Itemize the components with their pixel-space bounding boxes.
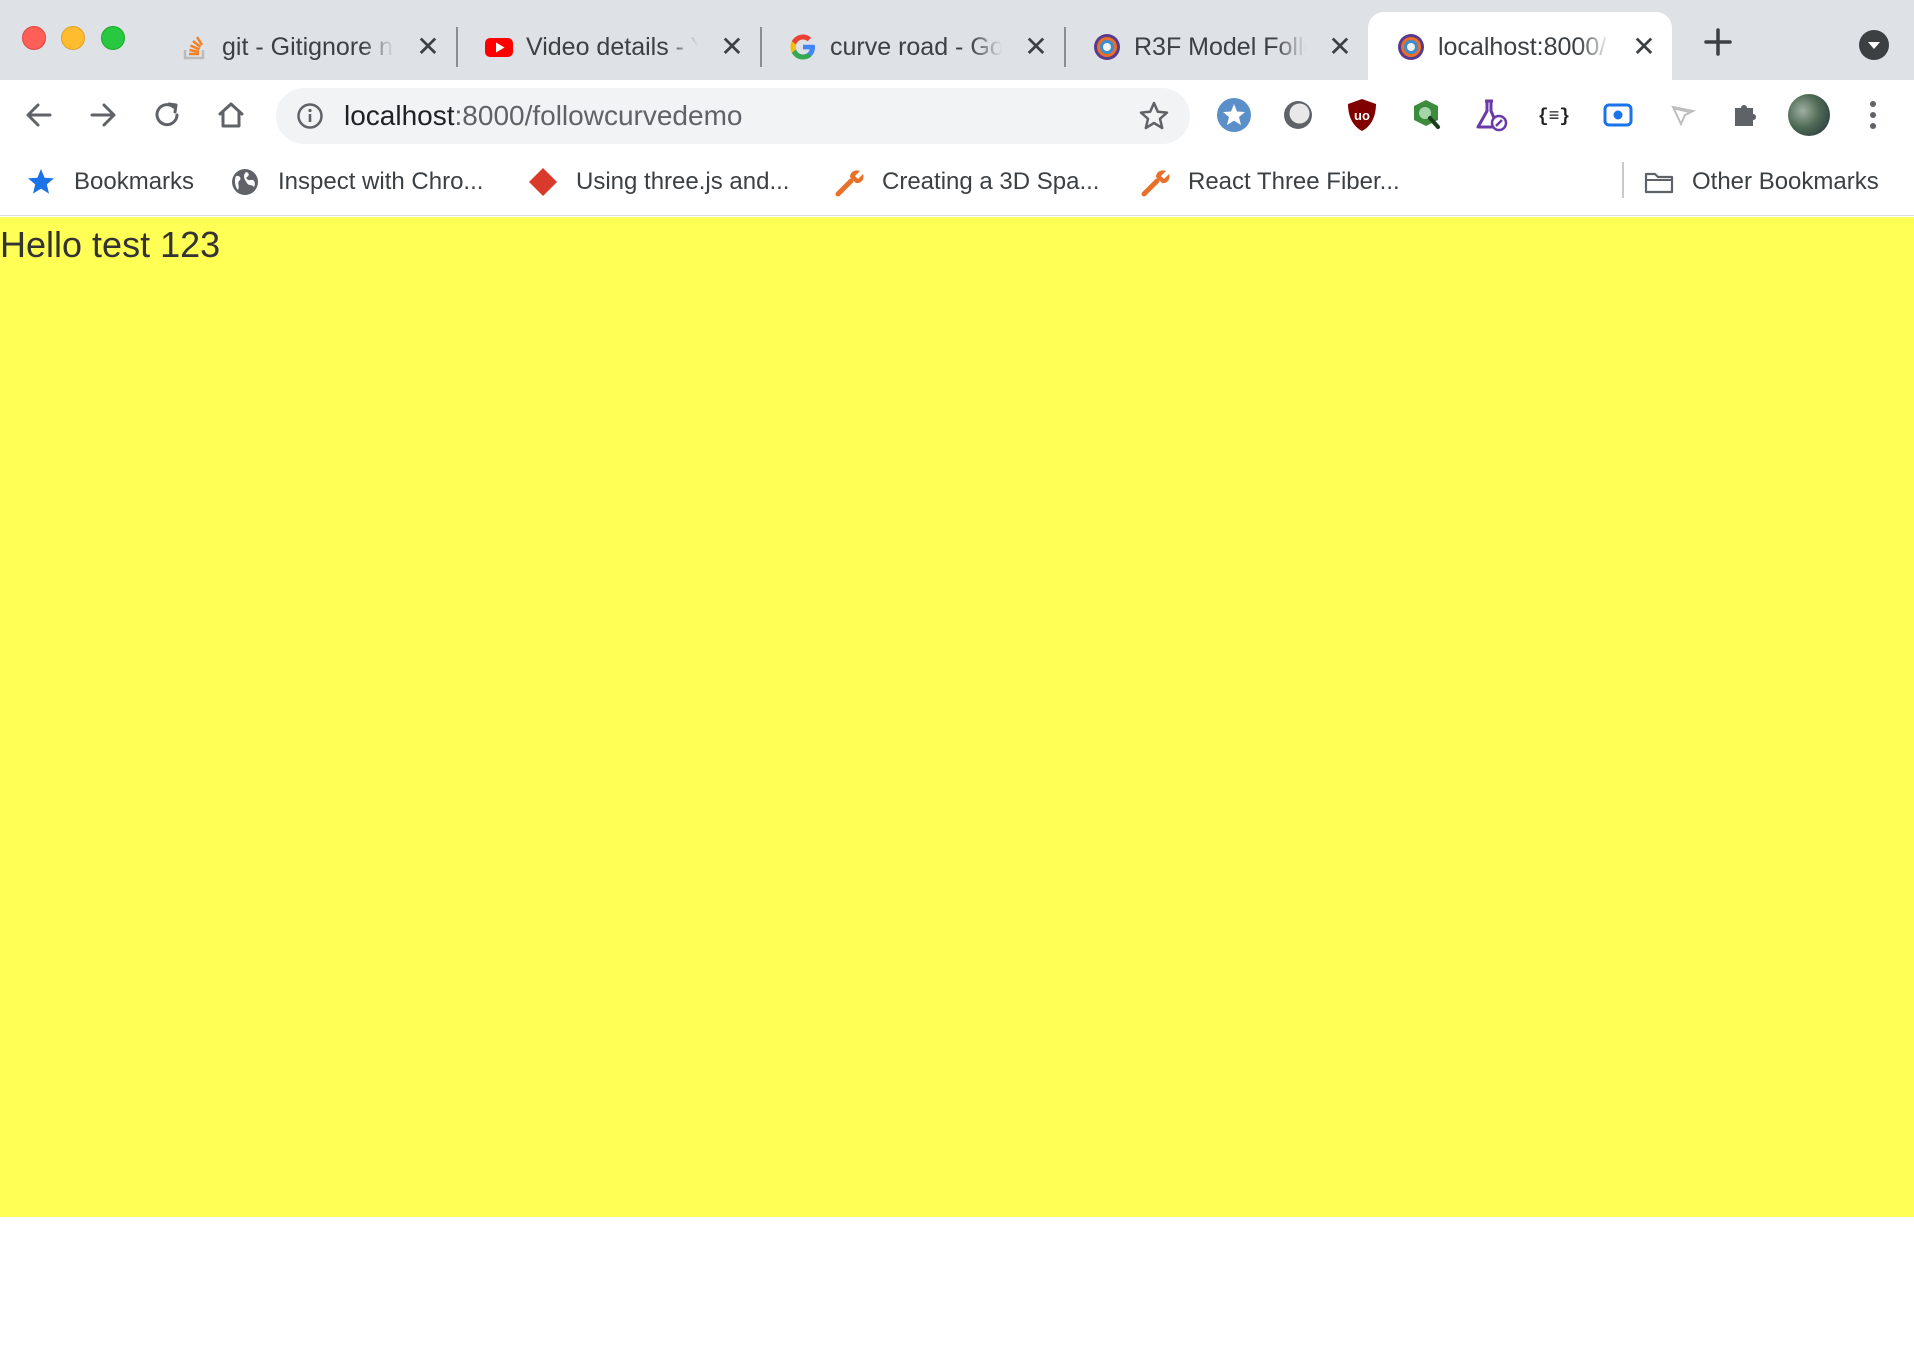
new-tab-icon[interactable] [1700,24,1736,60]
other-bookmarks[interactable]: Other Bookmarks [1644,162,1879,202]
other-bookmarks-label: Other Bookmarks [1692,168,1879,195]
bookmarks-divider [1622,162,1624,198]
tab-title: curve road - Go [830,33,1002,61]
browser-toolbar: localhost:8000/followcurvedemo uo {≡} [0,80,1914,150]
cursor-ext-icon[interactable] [1663,96,1701,134]
flask-icon[interactable] [1471,96,1509,134]
google-icon [790,34,815,60]
youtube-icon [485,38,513,57]
bookmark-label: Creating a 3D Spa... [882,168,1100,195]
back-icon[interactable] [20,96,58,134]
diamond-icon [529,168,557,196]
tab-strip: git - Gitignore n ✕ Video details - Y ✕ … [0,0,1914,80]
tab-title: localhost:8000/ [1438,33,1607,61]
star-icon [28,169,54,194]
bookmarks-bar: Bookmarks Inspect with Chro... Using thr… [0,150,1914,216]
bookmark-star-outline-icon[interactable] [1138,100,1170,132]
json-formatter-icon[interactable]: {≡} [1535,96,1573,134]
window-minimize-button[interactable] [61,26,85,50]
r3f-icon [1398,34,1424,60]
svg-text:{≡}: {≡} [1538,107,1570,127]
tab-close-icon[interactable]: ✕ [718,33,746,61]
svg-text:uo: uo [1354,108,1370,123]
bookmark-threejs[interactable]: Using three.js and... [528,162,789,202]
bookmark-label: Bookmarks [74,168,195,195]
bookmark-inspect[interactable]: Inspect with Chro... [230,162,483,202]
tab-title: R3F Model Follo [1134,33,1306,61]
ublock-icon[interactable]: uo [1343,96,1381,134]
tab-stackoverflow[interactable]: git - Gitignore n ✕ [152,12,456,80]
tab-youtube[interactable]: Video details - Y ✕ [456,12,760,80]
tab-close-icon[interactable]: ✕ [1022,33,1050,61]
window-close-button[interactable] [22,26,46,50]
r3f-icon [1094,34,1120,60]
bookmark-star-icon[interactable] [1215,96,1253,134]
chevron-down-icon [1868,42,1880,49]
url-host: localhost [344,100,455,131]
page-text: Hello test 123 [0,224,221,265]
bookmark-r3f[interactable]: React Three Fiber... [1140,162,1400,202]
wrench-icon [835,170,864,197]
tab-close-icon[interactable]: ✕ [1630,33,1658,61]
circle-ext-icon[interactable] [1279,96,1317,134]
info-icon[interactable] [296,102,324,130]
search-ext-icon[interactable] [1407,96,1445,134]
window-zoom-button[interactable] [101,26,125,50]
tab-r3f-model[interactable]: R3F Model Follo ✕ [1064,12,1368,80]
tab-title: git - Gitignore n [222,33,393,61]
page-content: Hello test 123 [0,217,1914,1217]
tab-title: Video details - Y [526,33,698,61]
tab-localhost[interactable]: localhost:8000/ ✕ [1368,12,1672,80]
bookmark-creating-3d[interactable]: Creating a 3D Spa... [834,162,1099,202]
more-menu-icon[interactable] [1858,98,1888,132]
bookmark-bookmarks[interactable]: Bookmarks [26,162,194,202]
bookmark-label: React Three Fiber... [1188,168,1400,195]
tab-search-button[interactable] [1859,30,1889,60]
home-icon[interactable] [212,96,250,134]
url-path: :8000/followcurvedemo [454,100,743,131]
address-bar[interactable]: localhost:8000/followcurvedemo [276,88,1190,144]
tab-google[interactable]: curve road - Go ✕ [760,12,1064,80]
wrench-icon [1141,170,1170,197]
puzzle-icon[interactable] [1727,96,1765,134]
url-text[interactable]: localhost:8000/followcurvedemo [344,98,742,134]
screencast-icon[interactable] [1599,96,1637,134]
stackoverflow-icon [183,36,205,60]
tab-close-icon[interactable]: ✕ [414,33,442,61]
folder-icon [1644,172,1674,194]
globe-icon [232,169,258,195]
avatar[interactable] [1788,94,1830,136]
bookmark-label: Inspect with Chro... [278,168,484,195]
forward-icon[interactable] [84,96,122,134]
reload-icon[interactable] [148,96,186,134]
tab-close-icon[interactable]: ✕ [1326,33,1354,61]
bookmark-label: Using three.js and... [576,168,790,195]
